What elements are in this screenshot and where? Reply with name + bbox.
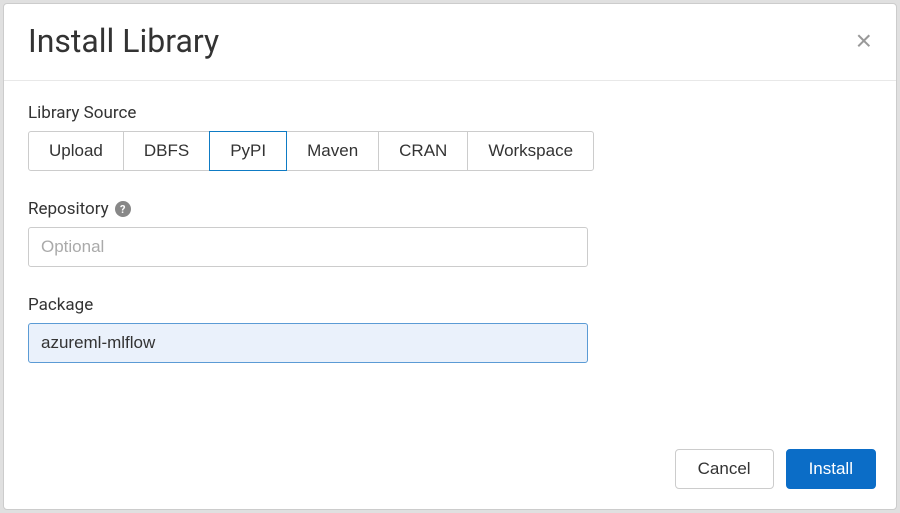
close-icon: × bbox=[856, 25, 872, 56]
package-section: Package bbox=[28, 295, 872, 363]
dialog-title: Install Library bbox=[28, 22, 219, 60]
library-source-section: Library Source Upload DBFS PyPI Maven CR… bbox=[28, 103, 872, 171]
library-source-label: Library Source bbox=[28, 103, 872, 123]
tab-cran[interactable]: CRAN bbox=[378, 131, 468, 171]
package-label: Package bbox=[28, 295, 872, 315]
dialog-header: Install Library × bbox=[4, 4, 896, 81]
library-source-tabs: Upload DBFS PyPI Maven CRAN Workspace bbox=[28, 131, 872, 171]
install-button[interactable]: Install bbox=[786, 449, 876, 489]
tab-dbfs[interactable]: DBFS bbox=[123, 131, 210, 171]
repository-section: Repository ? bbox=[28, 199, 872, 267]
dialog-body: Library Source Upload DBFS PyPI Maven CR… bbox=[4, 81, 896, 435]
close-button[interactable]: × bbox=[856, 27, 872, 55]
help-icon[interactable]: ? bbox=[115, 201, 131, 217]
tab-pypi[interactable]: PyPI bbox=[209, 131, 287, 171]
package-input[interactable] bbox=[28, 323, 588, 363]
repository-label-text: Repository bbox=[28, 199, 109, 219]
repository-input[interactable] bbox=[28, 227, 588, 267]
tab-upload[interactable]: Upload bbox=[28, 131, 124, 171]
install-library-dialog: Install Library × Library Source Upload … bbox=[3, 3, 897, 510]
tab-workspace[interactable]: Workspace bbox=[467, 131, 594, 171]
repository-label: Repository ? bbox=[28, 199, 872, 219]
dialog-footer: Cancel Install bbox=[4, 435, 896, 509]
tab-maven[interactable]: Maven bbox=[286, 131, 379, 171]
cancel-button[interactable]: Cancel bbox=[675, 449, 774, 489]
